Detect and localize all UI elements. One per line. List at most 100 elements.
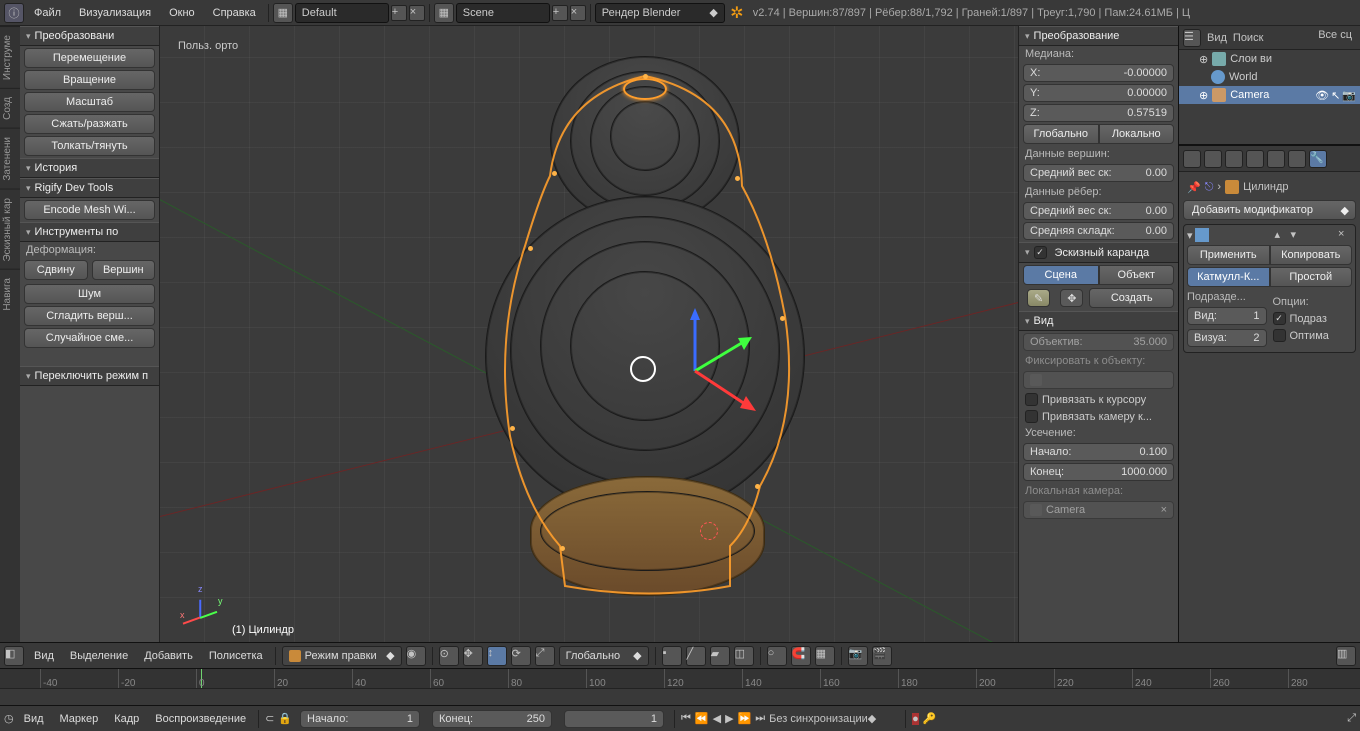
smooth-button[interactable]: Сгладить верш...: [24, 306, 155, 326]
play-icon[interactable]: ▶: [725, 712, 733, 725]
outliner-type-icon[interactable]: ☰: [1183, 29, 1201, 47]
gp-create-button[interactable]: Создать: [1089, 288, 1174, 308]
shading-icon[interactable]: ◉: [406, 646, 426, 666]
copy-button[interactable]: Копировать: [1270, 245, 1353, 265]
editor-type-icon[interactable]: ⓘ: [4, 3, 24, 23]
lens-field[interactable]: Объектив:35.000: [1023, 333, 1174, 351]
snap-icon[interactable]: 🧲: [791, 646, 811, 666]
tl-menu-frame[interactable]: Кадр: [108, 713, 145, 725]
catmull-tab[interactable]: Катмулл-К...: [1187, 267, 1270, 287]
jump-start-icon[interactable]: ⏮: [681, 712, 691, 725]
keyframe-fwd-icon[interactable]: ⏩: [738, 712, 752, 725]
manip-translate-icon[interactable]: ↕: [487, 646, 507, 666]
gp-add-icon[interactable]: ✥: [1060, 289, 1083, 307]
sync-dropdown[interactable]: Без синхронизации◆: [769, 712, 899, 725]
jump-end-icon[interactable]: ⏭: [755, 712, 765, 725]
menu-render[interactable]: Визуализация: [71, 7, 159, 19]
mod-up-icon[interactable]: ▴: [1275, 228, 1289, 242]
prop-tab-layers[interactable]: [1204, 150, 1222, 168]
transform-header[interactable]: Преобразовани: [20, 26, 159, 46]
manip-scale-icon[interactable]: ⤢: [535, 646, 555, 666]
median-x-field[interactable]: X:-0.00000: [1023, 64, 1174, 82]
subdivide-uv-checkbox[interactable]: ✓Подраз: [1273, 310, 1353, 327]
lock-cursor-checkbox[interactable]: Привязать к курсору: [1019, 391, 1178, 408]
translate-button[interactable]: Перемещение: [24, 48, 155, 68]
switch-header[interactable]: Переключить режим п: [20, 366, 159, 386]
median-y-field[interactable]: Y:0.00000: [1023, 84, 1174, 102]
noise-button[interactable]: Шум: [24, 284, 155, 304]
vp-menu-select[interactable]: Выделение: [64, 650, 134, 662]
camera-icon[interactable]: 📷: [1342, 89, 1356, 102]
optimal-display-checkbox[interactable]: Оптима: [1273, 327, 1353, 344]
mod-cage-icon[interactable]: [1259, 228, 1273, 242]
pivot-icon[interactable]: ⊙: [439, 646, 459, 666]
tl-menu-marker[interactable]: Маркер: [54, 713, 105, 725]
tl-menu-playback[interactable]: Воспроизведение: [149, 713, 252, 725]
outliner-menu-view[interactable]: Вид: [1207, 32, 1227, 44]
render-subdiv-field[interactable]: Визуа:2: [1187, 329, 1267, 347]
render-engine-dropdown[interactable]: Рендер Blender◆: [595, 3, 725, 23]
record-icon[interactable]: ●: [912, 713, 919, 725]
eye-icon[interactable]: 👁: [1315, 89, 1329, 102]
layout-dropdown[interactable]: Default: [295, 3, 389, 23]
layout-add[interactable]: +: [391, 5, 407, 21]
push-button[interactable]: Толкать/тянуть: [24, 136, 155, 156]
mod-view-icon[interactable]: [1227, 228, 1241, 242]
clip-start-field[interactable]: Начало:0.100: [1023, 443, 1174, 461]
cursor-icon[interactable]: ↖: [1331, 89, 1340, 102]
tab-tools[interactable]: Инструме: [0, 26, 20, 88]
current-frame-field[interactable]: 1: [564, 710, 664, 728]
editor-type-timeline-icon[interactable]: ◷: [4, 712, 14, 725]
layout-del[interactable]: ×: [409, 5, 425, 21]
shrink-button[interactable]: Сжать/разжать: [24, 114, 155, 134]
history-header[interactable]: История: [20, 158, 159, 178]
mod-expand-icon[interactable]: ▾: [1187, 229, 1193, 242]
median-z-field[interactable]: Z:0.57519: [1023, 104, 1174, 122]
scene-dropdown[interactable]: Scene: [456, 3, 550, 23]
opengl-render-icon[interactable]: 📷: [848, 646, 868, 666]
prop-tab-render[interactable]: [1183, 150, 1201, 168]
scene-del[interactable]: ×: [570, 5, 586, 21]
add-modifier-dropdown[interactable]: Добавить модификатор◆: [1183, 200, 1356, 220]
gp-color-icon[interactable]: ✎: [1027, 289, 1050, 307]
tab-grease[interactable]: Эскизный кар: [0, 189, 20, 270]
outliner-menu-search[interactable]: Поиск: [1233, 32, 1263, 44]
props-editor-corner-icon[interactable]: ▥: [1336, 646, 1356, 666]
gp-header[interactable]: ✓Эскизный каранда: [1019, 242, 1178, 263]
3d-viewport[interactable]: z y x Польз. орто (1) Цилиндр: [160, 26, 1018, 642]
vertex-weight-field[interactable]: Средний вес ск:0.00: [1023, 164, 1174, 182]
outliner-row-world[interactable]: World: [1179, 68, 1360, 86]
rotate-button[interactable]: Вращение: [24, 70, 155, 90]
link-icon[interactable]: ⎋: [1205, 181, 1214, 194]
vert-select-icon[interactable]: ▪: [662, 646, 682, 666]
mod-render-icon[interactable]: [1211, 228, 1225, 242]
lock-icon[interactable]: 🔒: [278, 712, 292, 725]
editor-type-3dview-icon[interactable]: ◧: [4, 646, 24, 666]
vertex-button[interactable]: Вершин: [92, 260, 156, 280]
play-reverse-icon[interactable]: ◀: [713, 712, 721, 725]
view-subdiv-field[interactable]: Вид:1: [1187, 307, 1267, 325]
simple-tab[interactable]: Простой: [1270, 267, 1353, 287]
keying-set-icon[interactable]: 🔑: [923, 712, 937, 725]
opengl-anim-icon[interactable]: 🎬: [872, 646, 892, 666]
prop-tab-constraints[interactable]: [1288, 150, 1306, 168]
limit-select-icon[interactable]: ◫: [734, 646, 754, 666]
mod-edit-icon[interactable]: [1243, 228, 1257, 242]
slide-button[interactable]: Сдвину: [24, 260, 88, 280]
menu-file[interactable]: Файл: [26, 7, 69, 19]
tab-shading[interactable]: Затенени: [0, 128, 20, 189]
gp-source-toggle[interactable]: СценаОбъект: [1023, 265, 1174, 285]
tab-navigate[interactable]: Навига: [0, 269, 20, 319]
edge-weight-field[interactable]: Средний вес ск:0.00: [1023, 202, 1174, 220]
keyframe-back-icon[interactable]: ⏪: [695, 712, 709, 725]
space-toggle[interactable]: ГлобальноЛокально: [1023, 124, 1174, 144]
snap-target-icon[interactable]: ▦: [815, 646, 835, 666]
scale-button[interactable]: Масштаб: [24, 92, 155, 112]
prop-tab-modifiers[interactable]: 🔧: [1309, 150, 1327, 168]
crease-field[interactable]: Средняя складк:0.00: [1023, 222, 1174, 240]
vp-menu-add[interactable]: Добавить: [138, 650, 199, 662]
outliner-row-layers[interactable]: ⊕Слои ви: [1179, 50, 1360, 68]
manip-rotate-icon[interactable]: ⟳: [511, 646, 531, 666]
tl-menu-view[interactable]: Вид: [18, 713, 50, 725]
manipulator-icon[interactable]: ✥: [463, 646, 483, 666]
